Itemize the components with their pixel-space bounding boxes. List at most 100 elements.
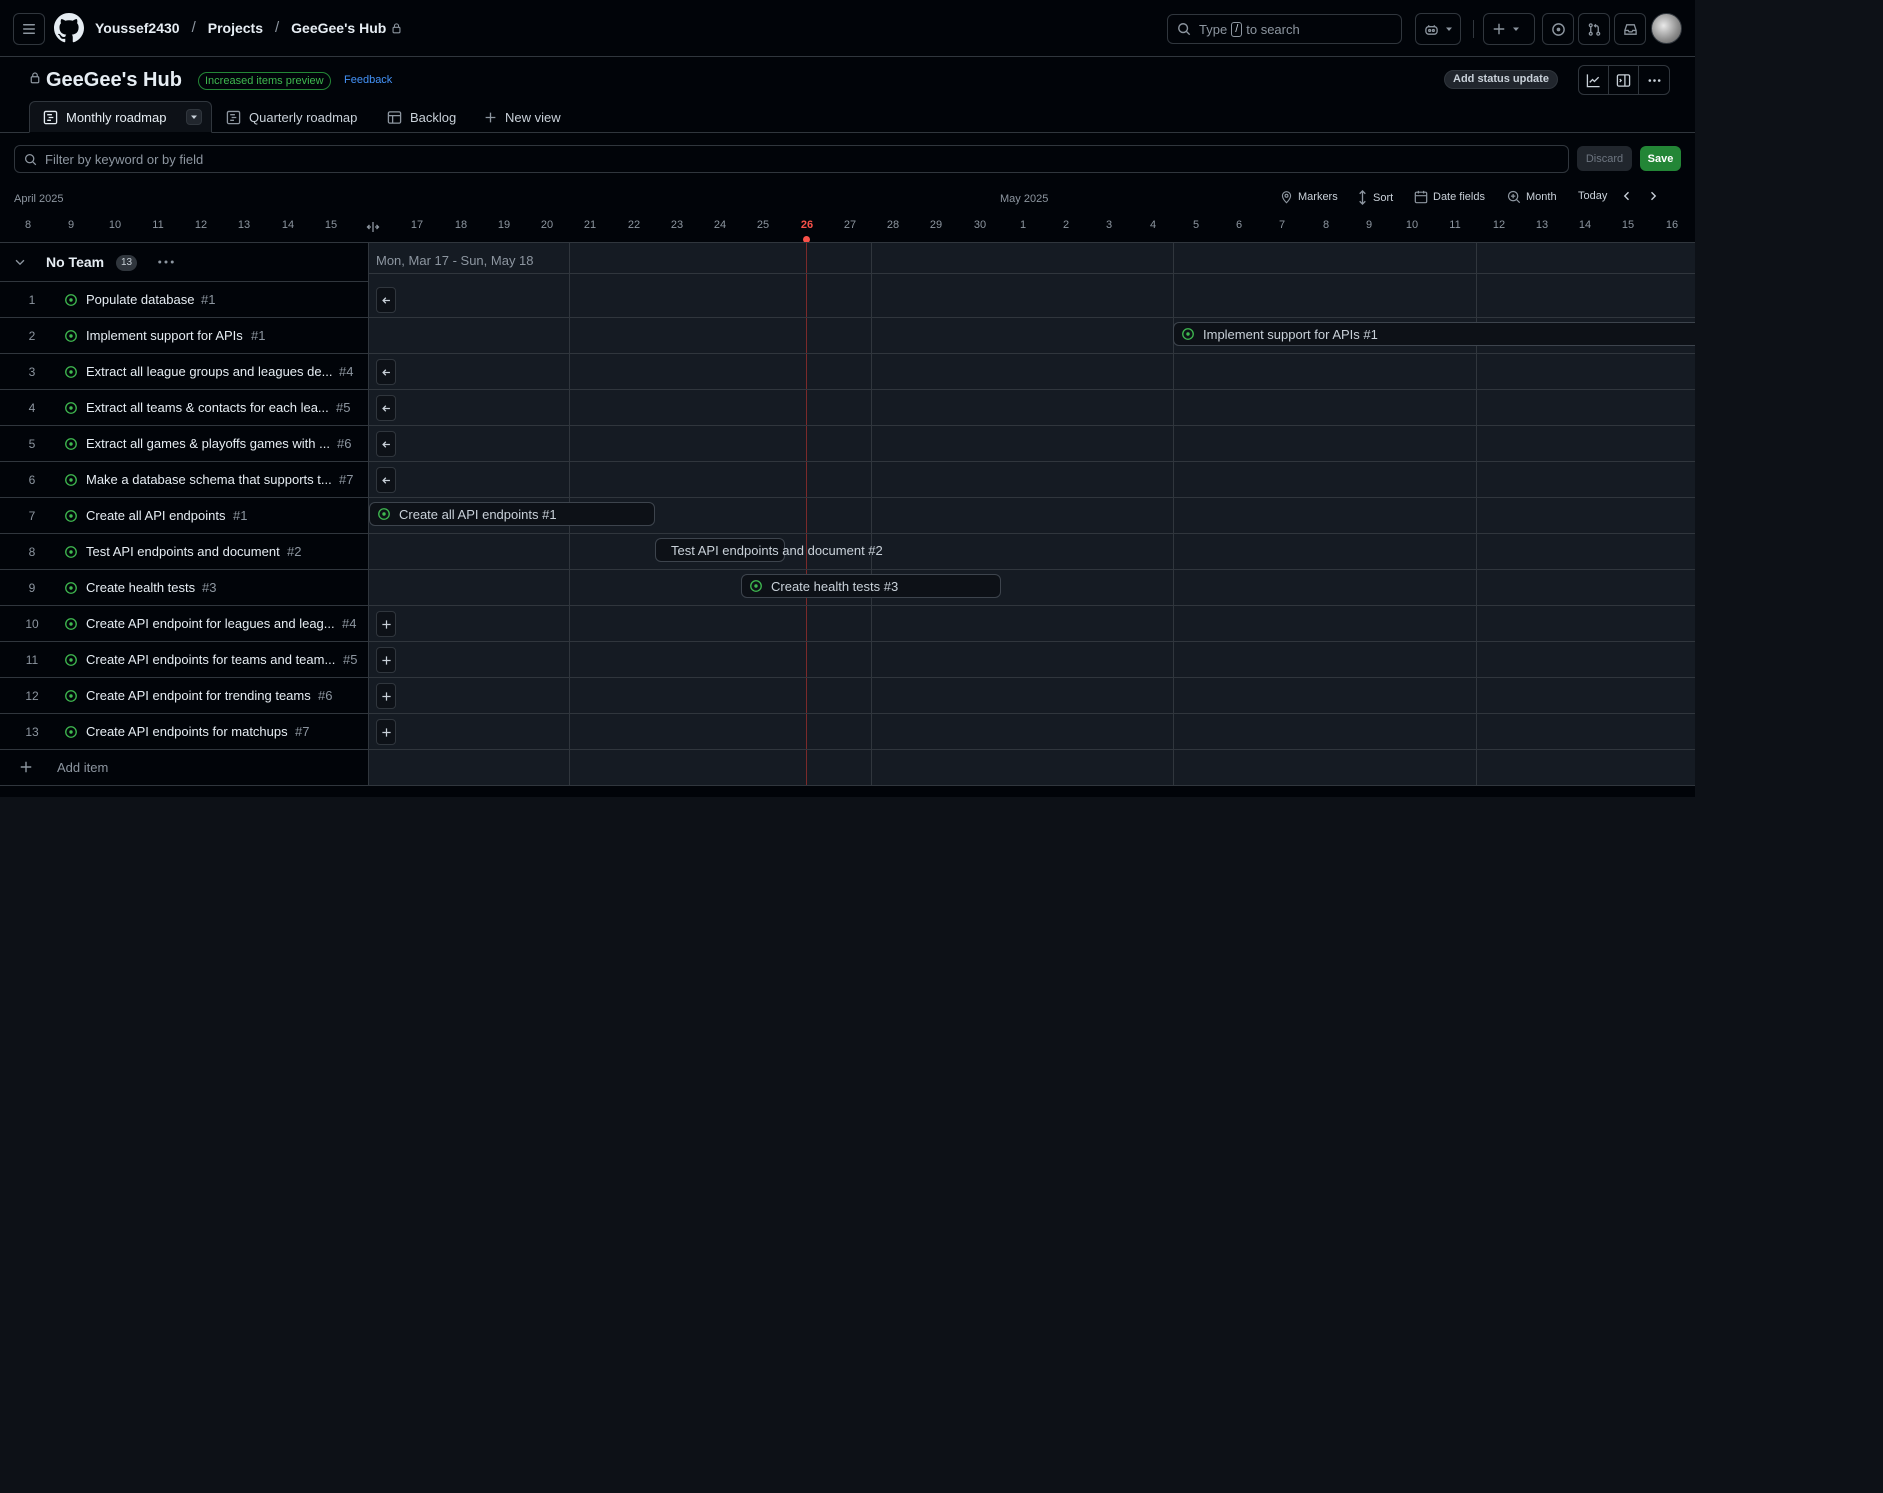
sort-button[interactable]: Sort [1357,190,1393,205]
project-title[interactable]: GeeGee's Hub [46,69,182,92]
today-button[interactable]: Today [1578,190,1607,202]
search-input[interactable]: Type / to search [1167,14,1402,44]
next-period-button[interactable] [1647,190,1659,202]
github-logo-icon[interactable] [54,13,84,43]
tab-label: Backlog [410,109,457,125]
item-title[interactable]: Implement support for APIs [86,328,243,343]
copilot-button[interactable] [1415,13,1461,45]
chevron-down-icon[interactable] [13,255,27,269]
menu-button[interactable] [13,13,45,45]
add-item-row[interactable]: Add item [0,750,369,785]
column-resize-handle[interactable] [365,221,381,233]
timeline-bar-implement-support[interactable]: Implement support for APIs #1 [1173,322,1695,346]
item-title[interactable]: Create API endpoint for leagues and leag… [86,616,335,631]
item-title[interactable]: Extract all teams & contacts for each le… [86,400,329,415]
tab-quarterly-roadmap[interactable]: Quarterly roadmap [226,101,357,133]
pull-requests-button[interactable] [1578,13,1610,45]
view-options-button[interactable] [186,109,203,125]
row-number: 8 [28,545,36,559]
timeline-day-today: 26 [800,219,814,231]
breadcrumb-owner[interactable]: Youssef2430 [95,20,180,36]
table-row[interactable]: 9 Create health tests #3 [0,570,369,606]
horizontal-scrollbar[interactable] [0,786,1695,797]
add-dates-button[interactable] [376,719,396,745]
timeline-day: 22 [627,219,641,231]
timeline-bar-health-tests[interactable]: Create health tests #3 [741,574,1001,598]
item-title[interactable]: Extract all league groups and leagues de… [86,364,332,379]
scroll-to-item-button[interactable] [376,359,396,385]
item-title[interactable]: Create API endpoints for teams and team.… [86,652,335,667]
scroll-to-item-button[interactable] [376,431,396,457]
month-label-april: April 2025 [14,193,64,205]
table-row[interactable]: 4 Extract all teams & contacts for each l… [0,390,369,426]
timeline-bar-create-all-endpoints[interactable]: Create all API endpoints #1 [369,502,655,526]
issue-open-icon [64,653,78,667]
item-title[interactable]: Create all API endpoints [86,508,225,523]
caret-down-icon [1513,27,1519,31]
breadcrumb-project[interactable]: GeeGee's Hub [291,20,386,36]
scroll-to-item-button[interactable] [376,467,396,493]
item-issue-number: #3 [202,580,217,595]
feedback-link[interactable]: Feedback [344,74,392,86]
issue-open-icon [64,617,78,631]
tab-monthly-roadmap[interactable]: Monthly roadmap [29,101,212,133]
zoom-button[interactable]: Month [1507,190,1557,204]
side-panel-button[interactable] [1609,66,1639,94]
kebab-horizontal-icon[interactable] [156,252,176,272]
scroll-to-item-button[interactable] [376,287,396,313]
timeline-day: 18 [454,219,468,231]
timeline-day: 13 [237,219,251,231]
scroll-to-item-button[interactable] [376,395,396,421]
table-row[interactable]: 3 Extract all league groups and leagues d… [0,354,369,390]
add-dates-button[interactable] [376,647,396,673]
item-title[interactable]: Populate database [86,292,194,307]
filter-input[interactable]: Filter by keyword or by field [14,145,1569,173]
markers-button[interactable]: Markers [1280,190,1338,204]
breadcrumb-projects[interactable]: Projects [208,20,263,36]
previous-period-button[interactable] [1621,190,1633,202]
sort-label: Sort [1373,191,1394,204]
add-status-update-button[interactable]: Add status update [1444,70,1558,89]
create-new-button[interactable] [1483,13,1535,45]
item-title[interactable]: Test API endpoints and document [86,544,280,559]
add-dates-button[interactable] [376,611,396,637]
issues-button[interactable] [1542,13,1574,45]
inbox-button[interactable] [1614,13,1646,45]
table-row[interactable]: 7 Create all API endpoints #1 [0,498,369,534]
issue-open-icon [750,580,762,592]
discard-button[interactable]: Discard [1577,146,1632,171]
user-avatar[interactable] [1651,13,1682,44]
timeline-bar-test-endpoints[interactable]: Test API endpoints and document #2 [655,538,883,562]
location-pin-icon [1281,191,1292,204]
item-title[interactable]: Extract all games & playoffs games with … [86,436,330,451]
plus-icon [1493,23,1505,35]
item-title[interactable]: Make a database schema that supports t..… [86,472,332,487]
add-dates-button[interactable] [376,683,396,709]
search-icon [24,153,37,165]
table-row[interactable]: 5 Extract all games & playoffs games with… [0,426,369,462]
item-title[interactable]: Create health tests [86,580,195,595]
table-row[interactable]: 13 Create API endpoints for matchups #7 [0,714,369,750]
tab-backlog[interactable]: Backlog [387,101,456,133]
table-row[interactable]: 10 Create API endpoint for leagues and le… [0,606,369,642]
table-row[interactable]: 8 Test API endpoints and document #2 [0,534,369,570]
more-options-button[interactable] [1639,66,1669,94]
new-view-button[interactable]: New view [484,101,561,133]
timeline-day: 10 [108,219,122,231]
issue-open-icon [64,725,78,739]
table-row[interactable]: 12 Create API endpoint for trending teams… [0,678,369,714]
table-row[interactable]: 2 Implement support for APIs #1 [0,318,369,354]
date-fields-button[interactable]: Date fields [1414,190,1485,204]
save-button[interactable]: Save [1640,146,1681,171]
timeline-week-tick [1476,242,1477,249]
item-title[interactable]: Create API endpoints for matchups [86,724,288,739]
table-row[interactable]: 6 Make a database schema that supports t.… [0,462,369,498]
table-row[interactable]: 11 Create API endpoints for teams and tea… [0,642,369,678]
plus-icon [381,727,392,738]
insights-button[interactable] [1579,66,1609,94]
table-row[interactable]: 1 Populate database #1 [0,282,369,318]
search-shortcut-key: / [1231,21,1243,37]
breadcrumb-separator: / [191,19,196,36]
item-title[interactable]: Create API endpoint for trending teams [86,688,311,703]
group-header-no-team[interactable]: No Team 13 [0,243,369,282]
